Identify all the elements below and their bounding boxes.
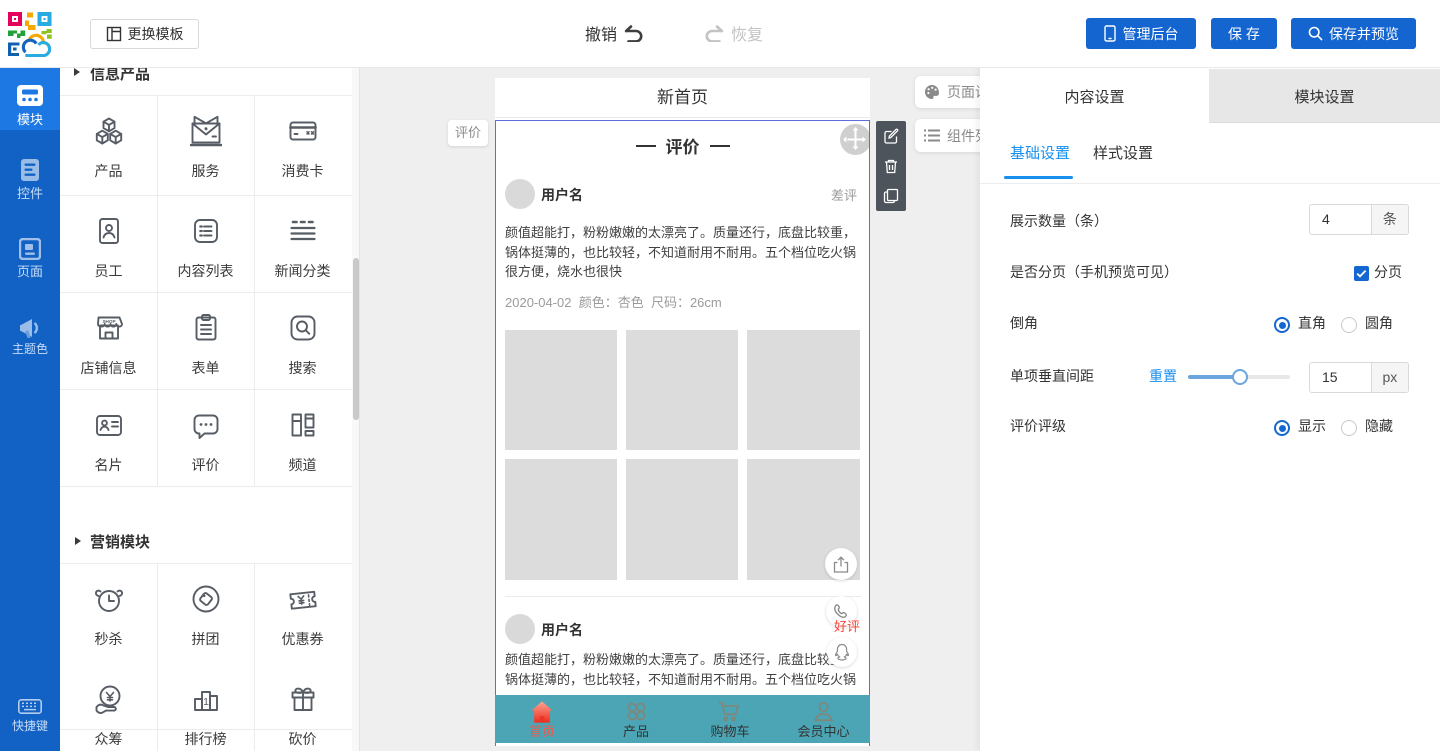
svg-text:SHOP: SHOP <box>102 319 115 324</box>
svg-text:1: 1 <box>203 696 209 708</box>
